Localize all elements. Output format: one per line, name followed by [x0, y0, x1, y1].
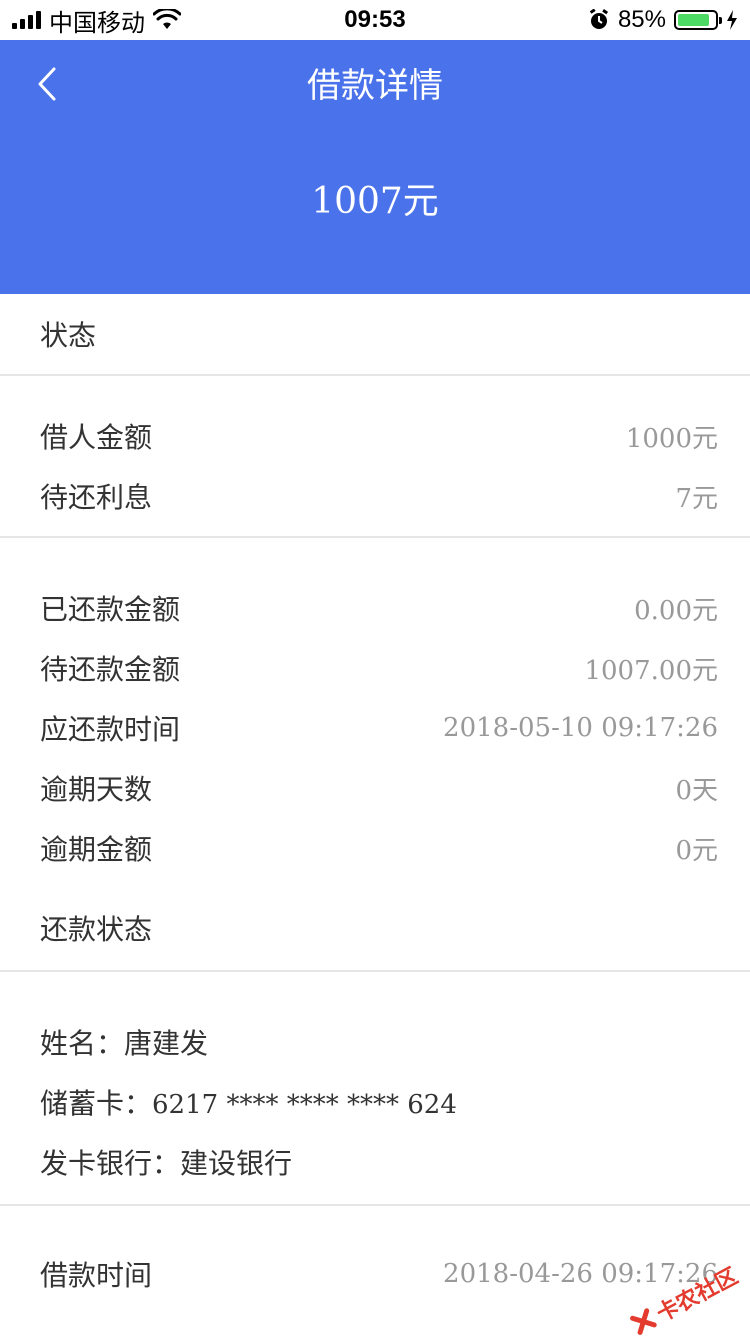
interest-value: 7元 — [675, 483, 718, 514]
repayment-status-row: 还款状态 — [0, 898, 750, 958]
interest-label: 待还利息 — [40, 481, 153, 514]
principal-label: 借人金额 — [40, 421, 153, 454]
principal-row: 借人金额 1000元 — [0, 406, 750, 466]
status-label: 状态 — [40, 319, 97, 352]
pending-value: 1007.00元 — [584, 655, 718, 686]
total-amount: 1007元 — [311, 181, 439, 222]
name-info: 姓名：唐建发 — [40, 1022, 208, 1062]
name-value: 唐建发 — [124, 1027, 209, 1060]
battery-percent: 85% — [617, 6, 666, 33]
bank-info: 发卡银行：建设银行 — [40, 1142, 292, 1182]
repaid-label: 已还款金额 — [40, 593, 181, 626]
overdue-days-label: 逾期天数 — [40, 773, 153, 806]
bank-row: 发卡银行：建设银行 — [0, 1132, 750, 1192]
loan-time-label: 借款时间 — [40, 1259, 153, 1292]
bank-label: 发卡银行： — [40, 1147, 181, 1180]
content: 状态 借人金额 1000元 待还利息 7元 已还款金额 0.00元 待还款金额 … — [0, 294, 750, 1304]
repaid-value: 0.00元 — [634, 595, 718, 626]
overdue-amount-label: 逾期金额 — [40, 833, 153, 866]
name-row: 姓名：唐建发 — [0, 1012, 750, 1072]
principal-value: 1000元 — [625, 423, 718, 454]
bank-value: 建设银行 — [180, 1147, 293, 1180]
interest-row: 待还利息 7元 — [0, 466, 750, 526]
name-label: 姓名： — [40, 1027, 125, 1060]
repayment-status-label: 还款状态 — [40, 913, 153, 946]
card-info: 储蓄卡：6217 **** **** **** 624 — [40, 1082, 457, 1122]
charging-icon — [727, 10, 737, 30]
card-number: 6217 **** **** **** 624 — [152, 1090, 457, 1120]
overdue-days-row: 逾期天数 0天 — [0, 758, 750, 818]
status-bar: 中国移动 09:53 85% — [0, 0, 750, 40]
page-title: 借款详情 — [307, 66, 443, 106]
loan-time-row: 借款时间 2018-04-26 09:17:26 — [0, 1244, 750, 1304]
due-row: 应还款时间 2018-05-10 09:17:26 — [0, 698, 750, 758]
overdue-amount-value: 0元 — [675, 835, 718, 866]
overdue-amount-row: 逾期金额 0元 — [0, 818, 750, 878]
pending-label: 待还款金额 — [40, 653, 181, 686]
card-row: 储蓄卡：6217 **** **** **** 624 — [0, 1072, 750, 1132]
due-label: 应还款时间 — [40, 713, 181, 746]
battery-fill — [678, 14, 709, 26]
alarm-icon — [589, 9, 608, 29]
battery-icon — [674, 10, 722, 30]
repaid-row: 已还款金额 0.00元 — [0, 578, 750, 638]
status-row: 状态 — [0, 294, 750, 374]
status-right: 85% — [588, 0, 738, 40]
overdue-days-value: 0天 — [675, 775, 718, 806]
card-label: 储蓄卡： — [40, 1087, 153, 1120]
header: 借款详情 1007元 — [0, 40, 750, 294]
pending-row: 待还款金额 1007.00元 — [0, 638, 750, 698]
due-value: 2018-05-10 09:17:26 — [443, 713, 718, 743]
